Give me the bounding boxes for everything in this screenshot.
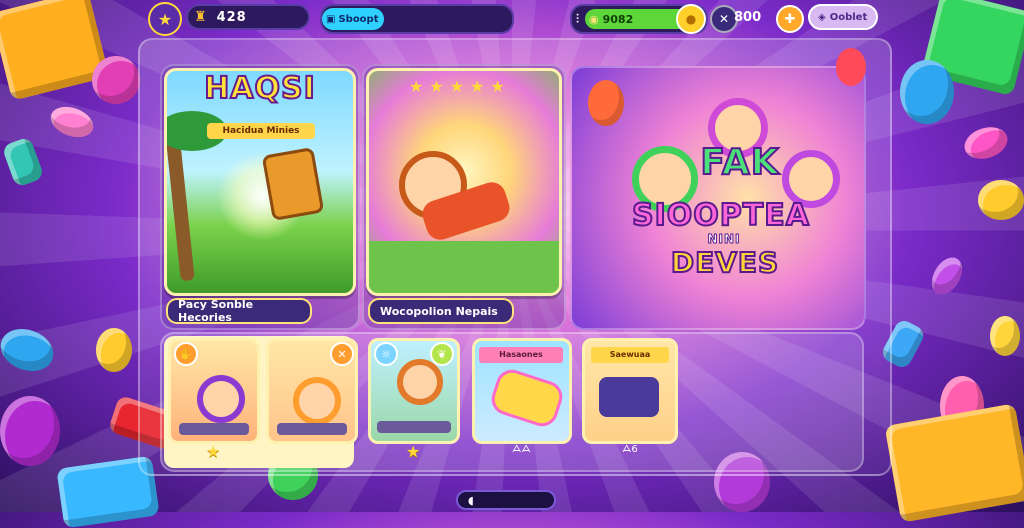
- gems-value: 9082: [602, 12, 634, 26]
- card3-balloon-top: [836, 48, 866, 86]
- candy-purple-ball: [0, 396, 60, 466]
- gem-icon: ◉: [589, 12, 599, 26]
- thumb-4-candy-bar: [487, 365, 567, 431]
- thumb-4-rating: ᗋᗋ: [512, 444, 531, 455]
- thumb-4[interactable]: Hasaones: [472, 338, 572, 444]
- thumb-2-platform: [277, 423, 347, 435]
- thumb-5-characters: [599, 377, 659, 417]
- thumb-1-badge: ✋: [174, 342, 198, 366]
- thumb-3-platform: [377, 421, 451, 433]
- card1-banner: Hacidua Minies: [207, 123, 315, 139]
- thumb-1-character: [197, 375, 245, 423]
- card2-caption: Wocopolion Nepais: [368, 298, 514, 324]
- hand-icon: ✋: [179, 347, 193, 361]
- coins-value: 428: [216, 9, 247, 25]
- candy-yellow-disc-right: [978, 180, 1024, 220]
- card3-title-line1: FAK: [699, 141, 780, 184]
- card1-title: HAQSI: [203, 71, 316, 107]
- card3-title-line2: SIOOPTEA: [631, 197, 810, 234]
- candy-pink-ball: [92, 56, 140, 104]
- close-icon: ✕: [337, 347, 347, 361]
- thumb-5[interactable]: Saewuaa: [582, 338, 678, 444]
- card3-title-line3: NINI: [707, 232, 741, 247]
- gear-icon: ✕: [718, 12, 730, 26]
- gem-add-button[interactable]: ●: [676, 4, 706, 34]
- card3-balloon-left: [588, 80, 624, 126]
- thumb-4-banner: Hasaones: [479, 347, 563, 363]
- coin-icon: ●: [685, 12, 697, 26]
- thumb-3-rating: ★: [406, 442, 421, 461]
- thumb-5-rating: ᗋ6: [622, 444, 638, 455]
- card1-image[interactable]: HAQSI Hacidua Minies: [164, 68, 356, 296]
- shop-button[interactable]: ◈ Ooblet: [808, 4, 878, 30]
- candy-blue-balloon: [900, 60, 954, 124]
- coins-counter: ♜ 428: [186, 4, 310, 30]
- gem-status-icon: ⫶: [576, 11, 580, 26]
- card2-ground: [369, 241, 559, 293]
- search-chip[interactable]: ▣ Sboopt: [322, 8, 384, 30]
- card2-star-row: ★★★★★: [409, 77, 511, 96]
- card2-image[interactable]: ★★★★★: [366, 68, 562, 296]
- star-icon: ★: [157, 9, 173, 29]
- moon-icon: ◖: [468, 493, 474, 507]
- search-label: Sboopt: [338, 13, 379, 25]
- energy-value: 800: [734, 9, 762, 25]
- candy-yellow-disc: [96, 328, 132, 372]
- thumb-1-rating: ★: [206, 442, 221, 461]
- energy-counter: 800: [734, 4, 774, 30]
- thumb-3-badge-right: ❦: [430, 342, 454, 366]
- plus-icon: ✚: [784, 11, 796, 27]
- candy-yellow-drop: [990, 316, 1020, 356]
- thumb-5-banner: Saewuaa: [591, 347, 669, 363]
- top-bar: ★ ♜ 428 ▣ Sboopt ⫶ ◉ 9082 ● ✕ 800 ✚ ◈ Oo…: [138, 0, 888, 36]
- thumb-3-badge-left: ☼: [374, 342, 398, 366]
- thumb-2-character: [293, 377, 341, 425]
- thumb-3-character: [397, 359, 443, 405]
- search-field[interactable]: ▣ Sboopt: [320, 4, 514, 34]
- thumb-1-platform: [179, 423, 249, 435]
- shop-label: Ooblet: [829, 11, 868, 23]
- card3-title-line4: DEVES: [670, 245, 780, 280]
- card1-palm-left: [167, 130, 195, 282]
- search-icon: ▣: [326, 13, 336, 25]
- card1-totem: [261, 146, 325, 222]
- energy-add-button[interactable]: ✚: [776, 5, 804, 33]
- castle-icon: ♜: [194, 9, 207, 25]
- shop-icon: ◈: [818, 11, 826, 23]
- profile-star-button[interactable]: ★: [148, 2, 182, 36]
- swirl-icon: ☼: [381, 347, 391, 361]
- card1-caption: Pacy Sonble Hecories: [166, 298, 312, 324]
- leaf-icon: ❦: [437, 347, 447, 361]
- thumb-2-close-badge[interactable]: ✕: [330, 342, 354, 366]
- bottom-nav-pill[interactable]: ◖: [456, 490, 556, 510]
